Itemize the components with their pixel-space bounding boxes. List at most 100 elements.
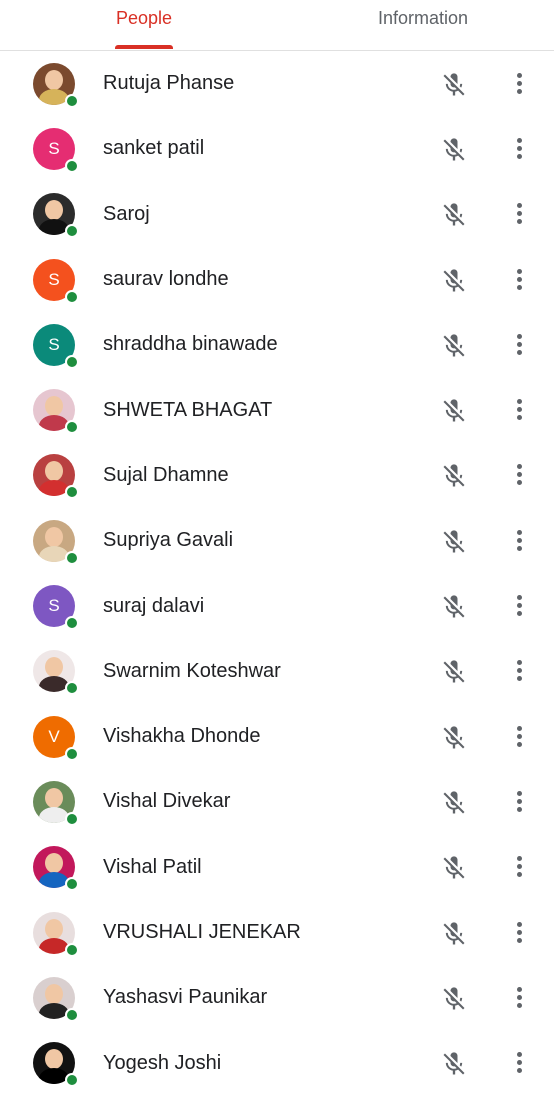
online-status-icon [65, 93, 79, 108]
mic-off-icon[interactable] [440, 985, 468, 1013]
more-vert-icon[interactable] [508, 332, 530, 358]
avatar-head-shape [45, 918, 63, 939]
online-status-icon [65, 811, 79, 826]
tab-information[interactable]: Information [352, 0, 494, 50]
avatar-head-shape [45, 657, 63, 678]
mic-off-icon[interactable] [440, 658, 468, 686]
participant-row[interactable]: Ssanket patil [0, 116, 554, 181]
avatar-initial: S [48, 334, 60, 354]
more-vert-icon[interactable] [508, 528, 530, 554]
more-vert-icon[interactable] [508, 920, 530, 946]
online-status-icon [65, 420, 79, 435]
online-status-icon [65, 942, 79, 957]
more-vert-icon[interactable] [508, 593, 530, 619]
mic-off-icon[interactable] [440, 528, 468, 556]
tab-people[interactable]: People [92, 0, 196, 50]
more-vert-icon[interactable] [508, 658, 530, 684]
participant-row[interactable]: Yogesh Joshi [0, 1030, 554, 1095]
more-vert-icon[interactable] [508, 267, 530, 293]
participant-row[interactable]: Saroj [0, 182, 554, 247]
more-vert-icon[interactable] [508, 462, 530, 488]
online-status-icon [65, 681, 79, 696]
online-status-icon [65, 354, 79, 369]
participant-row[interactable]: Ssaurav londhe [0, 247, 554, 312]
avatar-initial: S [48, 269, 60, 289]
avatar-head-shape [45, 461, 63, 482]
participant-name: VRUSHALI JENEKAR [103, 921, 301, 943]
more-vert-icon[interactable] [508, 397, 530, 423]
participant-row[interactable]: Sujal Dhamne [0, 443, 554, 508]
more-vert-icon[interactable] [508, 854, 530, 880]
participant-row[interactable]: VRUSHALI JENEKAR [0, 900, 554, 965]
active-tab-indicator [115, 45, 173, 49]
avatar-head-shape [45, 983, 63, 1004]
participant-row[interactable]: Yashasvi Paunikar [0, 965, 554, 1030]
mic-off-icon[interactable] [440, 397, 468, 425]
tab-bar: People Information [0, 0, 554, 51]
participant-row[interactable]: V Vishakha Dhonde [0, 704, 554, 769]
mic-off-icon[interactable] [440, 724, 468, 752]
participant-row[interactable]: Vishal Divekar [0, 769, 554, 834]
participant-name: Swarnim Koteshwar [103, 659, 281, 682]
participant-name: Vishal Divekar [103, 790, 231, 813]
online-status-icon [65, 616, 79, 631]
avatar-head-shape [45, 787, 63, 808]
participant-name: SHWETA BHAGAT [103, 398, 273, 421]
participant-name: sanket patil [103, 137, 205, 160]
mic-off-icon[interactable] [440, 201, 468, 229]
mic-off-icon[interactable] [440, 136, 468, 164]
online-status-icon [65, 1073, 79, 1088]
participant-name: Yashasvi Paunikar [103, 986, 268, 1009]
online-status-icon [65, 1007, 79, 1022]
online-status-icon [65, 289, 79, 304]
participant-row[interactable]: Vishal Patil [0, 835, 554, 900]
online-status-icon [65, 746, 79, 761]
avatar-head-shape [45, 69, 63, 90]
participant-name: Supriya Gavali [103, 529, 234, 552]
online-status-icon [65, 485, 79, 500]
mic-off-icon[interactable] [440, 593, 468, 621]
participant-row[interactable]: SHWETA BHAGAT [0, 377, 554, 442]
mic-off-icon[interactable] [440, 71, 468, 99]
participant-row[interactable]: Swarnim Koteshwar [0, 639, 554, 704]
participant-name: saurav londhe [103, 268, 229, 291]
mic-off-icon[interactable] [440, 332, 468, 360]
avatar-head-shape [45, 200, 63, 221]
more-vert-icon[interactable] [508, 71, 530, 97]
avatar-initial: S [48, 596, 60, 616]
avatar-initial: S [48, 138, 60, 158]
participant-name: Yogesh Joshi [103, 1051, 222, 1074]
more-vert-icon[interactable] [508, 985, 530, 1011]
participant-row[interactable]: Ssuraj dalavi [0, 573, 554, 638]
mic-off-icon[interactable] [440, 462, 468, 490]
participant-name: shraddha binawade [103, 333, 278, 356]
participant-name: Rutuja Phanse [103, 72, 235, 95]
mic-off-icon[interactable] [440, 267, 468, 295]
participant-row[interactable]: Rutuja Phanse [0, 51, 554, 116]
avatar-head-shape [45, 853, 63, 874]
online-status-icon [65, 158, 79, 173]
participant-row[interactable]: Sshraddha binawade [0, 312, 554, 377]
online-status-icon [65, 550, 79, 565]
participant-name: Vishal Patil [103, 855, 202, 878]
participant-list: Rutuja Phanse Ssanket patil Saroj Ssaurav l… [0, 51, 554, 1096]
online-status-icon [65, 224, 79, 239]
more-vert-icon[interactable] [508, 789, 530, 815]
mic-off-icon[interactable] [440, 854, 468, 882]
avatar-head-shape [45, 526, 63, 547]
mic-off-icon[interactable] [440, 920, 468, 948]
avatar-head-shape [45, 1049, 63, 1070]
more-vert-icon[interactable] [508, 1050, 530, 1076]
mic-off-icon[interactable] [440, 789, 468, 817]
participant-name: Sujal Dhamne [103, 463, 229, 486]
avatar-head-shape [45, 396, 63, 417]
participant-name: Vishakha Dhonde [103, 725, 261, 748]
participant-row[interactable]: Supriya Gavali [0, 508, 554, 573]
online-status-icon [65, 877, 79, 892]
more-vert-icon[interactable] [508, 136, 530, 162]
participant-name: suraj dalavi [103, 594, 205, 617]
avatar-initial: V [48, 726, 60, 746]
participant-name: Saroj [103, 202, 150, 225]
more-vert-icon[interactable] [508, 724, 530, 750]
more-vert-icon[interactable] [508, 201, 530, 227]
